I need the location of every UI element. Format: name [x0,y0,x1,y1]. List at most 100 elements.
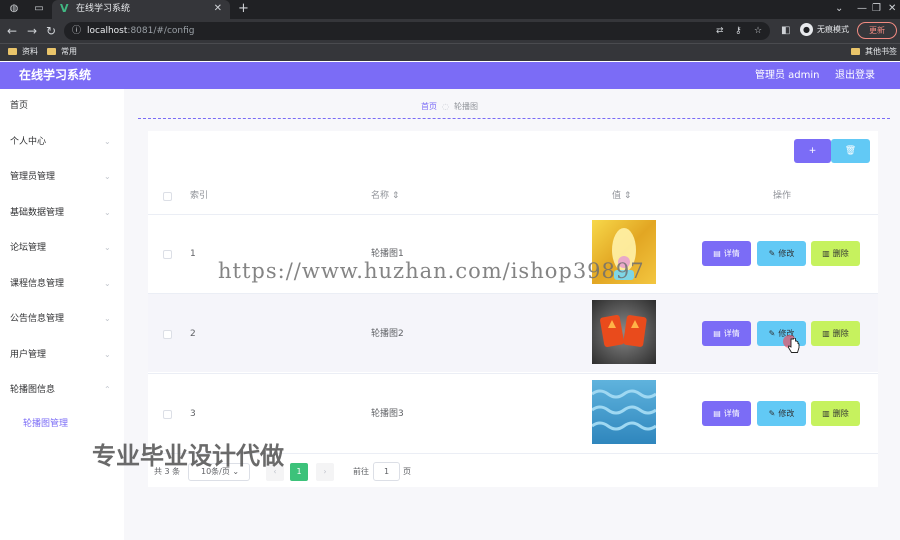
edit-button[interactable]: ✎ 修改 [757,241,806,266]
chevron-down-icon: ⌄ [104,172,111,181]
sidebar-item-carousel-info[interactable]: 轮播图信息 [10,384,55,396]
chevron-down-icon: ⌄ [104,279,111,288]
site-info-icon[interactable]: ⓘ [72,25,81,37]
url-text[interactable]: localhost:8081/#/config [87,25,195,37]
breadcrumb-divider [138,118,890,119]
plus-icon: + [808,146,817,156]
pencil-icon: ✎ [768,409,776,418]
address-bar[interactable]: ⓘ localhost:8081/#/config ⇄ ⚷ ☆ [64,22,770,40]
sidebar-item-home[interactable]: 首页 [10,100,28,112]
column-header-operations: 操作 [773,191,792,201]
pencil-icon: ✎ [768,249,776,258]
browser-tab-strip: ◍ ▭ V 在线学习系统 ✕ + ⌄ — ❐ ✕ [0,0,900,19]
reload-icon[interactable]: ↻ [46,24,56,38]
other-bookmarks[interactable]: 其他书签 [851,46,897,58]
tab-title: 在线学习系统 [76,4,131,14]
delete-button[interactable]: ▥ 删除 [811,401,860,426]
forward-icon[interactable]: → [27,24,37,38]
admin-user-label: 管理员 admin [755,70,820,81]
document-icon: ▤ [713,249,721,258]
row-name: 轮播图2 [371,329,404,339]
chevron-up-icon: ⌃ [104,385,111,394]
trash-icon: 🗑 [844,146,857,156]
chevron-down-icon: ⌄ [104,314,111,323]
translate-icon[interactable]: ⇄ [716,25,724,37]
back-icon[interactable]: ← [7,24,17,38]
carousel-thumbnail-3 [592,380,656,444]
browser-menu-icon[interactable]: ◍ [8,3,20,15]
minimize-icon[interactable]: — [857,3,867,15]
folder-icon [47,48,56,55]
sidebar-item-notice-info[interactable]: 公告信息管理 [10,313,64,325]
sidebar-item-course-info[interactable]: 课程信息管理 [10,278,64,290]
key-icon[interactable]: ⚷ [735,25,742,37]
close-window-icon[interactable]: ✕ [888,3,896,15]
row-checkbox[interactable] [163,250,172,259]
restore-icon[interactable]: ❐ [872,3,881,15]
watermark-url: https://www.huzhan.com/ishop39897 [218,259,645,283]
goto-page-input[interactable] [373,462,400,481]
page-suffix-label: 页 [403,467,411,476]
column-header-name[interactable]: 名称 ⇕ [371,190,399,202]
app-title: 在线学习系统 [19,68,92,82]
document-icon: ▤ [713,409,721,418]
breadcrumb-current: 轮播图 [453,102,478,111]
logout-link[interactable]: 退出登录 [835,68,875,83]
sort-icon[interactable]: ⇕ [624,191,632,201]
sidebar-item-personal-center[interactable]: 个人中心 [10,136,46,148]
chevron-right-icon: › [323,467,327,476]
document-icon: ▤ [713,329,721,338]
close-tab-icon[interactable]: ✕ [214,3,222,15]
chevron-down-icon: ⌄ [104,208,111,217]
carousel-thumbnail-2 [592,300,656,364]
edit-button[interactable]: ✎ 修改 [757,401,806,426]
add-button[interactable]: + [794,139,831,163]
row-checkbox[interactable] [163,330,172,339]
trash-icon: ▥ [822,329,830,338]
new-tab-icon[interactable]: + [238,1,249,17]
tab-search-icon[interactable]: ▭ [33,3,45,15]
folder-icon [8,48,17,55]
pencil-icon: ✎ [768,329,776,338]
sidebar-item-users[interactable]: 用户管理 [10,349,46,361]
side-panel-icon[interactable]: ◧ [781,24,790,38]
sidebar-item-forum[interactable]: 论坛管理 [10,242,46,254]
batch-delete-button[interactable]: 🗑 [831,139,870,163]
sidebar-item-admin-management[interactable]: 管理员管理 [10,171,55,183]
bookmark-folder-changyong[interactable]: 常用 [47,46,77,58]
breadcrumb-home[interactable]: 首页 [421,102,437,111]
sidebar-item-base-data[interactable]: 基础数据管理 [10,207,64,219]
browser-tab[interactable]: V 在线学习系统 ✕ [52,0,230,19]
breadcrumb: 首页 ◌ 轮播图 [421,101,478,112]
detail-button[interactable]: ▤ 详情 [702,321,751,346]
detail-button[interactable]: ▤ 详情 [702,241,751,266]
trash-icon: ▥ [822,249,830,258]
update-button[interactable]: 更新 [857,22,897,39]
app-header: 在线学习系统 管理员 admin 退出登录 [0,62,900,89]
bookmark-star-icon[interactable]: ☆ [754,25,762,37]
chevron-down-icon: ⌄ [104,137,111,146]
chevron-down-icon[interactable]: ⌄ [835,3,843,15]
chevron-down-icon: ⌄ [104,243,111,252]
row-checkbox[interactable] [163,410,172,419]
breadcrumb-separator-icon: ◌ [442,102,449,111]
delete-button[interactable]: ▥ 删除 [811,241,860,266]
row-name: 轮播图3 [371,409,404,419]
row-index: 2 [190,329,196,339]
row-index: 1 [190,249,196,259]
select-all-checkbox[interactable] [163,192,172,201]
column-header-value[interactable]: 值 ⇕ [612,190,631,202]
page-number-button[interactable]: 1 [290,463,308,481]
bookmark-folder-ziliao[interactable]: 资料 [8,46,38,58]
sidebar-subitem-carousel-management[interactable]: 轮播图管理 [23,418,68,430]
detail-button[interactable]: ▤ 详情 [702,401,751,426]
delete-button[interactable]: ▥ 删除 [811,321,860,346]
browser-toolbar: ← → ↻ ⓘ localhost:8081/#/config ⇄ ⚷ ☆ ◧ … [0,19,900,43]
trash-icon: ▥ [822,409,830,418]
folder-icon [851,48,860,55]
next-page-button[interactable]: › [316,463,334,481]
goto-label: 前往 [353,467,369,476]
sort-icon[interactable]: ⇕ [392,191,400,201]
incognito-icon[interactable]: ● [800,23,813,36]
chevron-down-icon: ⌄ [104,350,111,359]
